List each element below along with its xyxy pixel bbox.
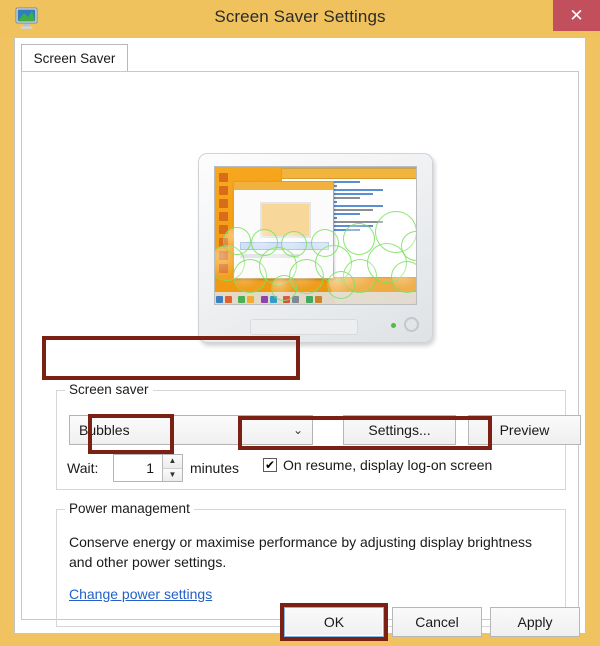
wait-input[interactable]: 1 <box>114 455 158 481</box>
dialog-client-area: Screen Saver Screen saver Bubbles ⌄ Sett… <box>14 38 586 634</box>
screen-saver-group-label: Screen saver <box>65 382 153 397</box>
spinner-down-icon[interactable]: ▼ <box>162 468 182 481</box>
tab-screen-saver[interactable]: Screen Saver <box>21 44 128 72</box>
power-led-indicator <box>391 323 396 328</box>
power-management-group-label: Power management <box>65 501 194 516</box>
checkbox-check-icon[interactable]: ✔ <box>263 458 277 472</box>
monitor-screen <box>214 166 417 305</box>
screen-saver-combo[interactable]: Bubbles ⌄ <box>69 415 313 445</box>
settings-button[interactable]: Settings... <box>343 415 456 445</box>
wait-spinner[interactable]: 1 ▲ ▼ <box>113 454 183 482</box>
title-bar: Screen Saver Settings ✕ <box>0 0 600 38</box>
cancel-button[interactable]: Cancel <box>392 607 482 637</box>
screen-saver-settings-window: Screen Saver Settings ✕ Screen Saver Scr… <box>0 0 600 646</box>
screen-saver-combo-value: Bubbles <box>79 422 130 438</box>
apply-button[interactable]: Apply <box>490 607 580 637</box>
power-button-icon <box>404 317 419 332</box>
power-management-description: Conserve energy or maximise performance … <box>69 534 532 570</box>
minutes-label: minutes <box>190 460 240 476</box>
bubbles-screensaver-overlay <box>215 167 416 304</box>
wait-label: Wait: <box>67 460 99 476</box>
window-title: Screen Saver Settings <box>214 7 386 26</box>
spinner-up-icon[interactable]: ▲ <box>162 455 182 468</box>
tab-panel-screen-saver: Screen saver Bubbles ⌄ Settings... Previ… <box>21 71 581 627</box>
monitor-stand <box>250 319 358 335</box>
ok-button[interactable]: OK <box>284 607 384 637</box>
on-resume-checkbox-label: On resume, display log-on screen <box>283 457 493 473</box>
tab-strip: Screen Saver <box>21 44 579 72</box>
screen-saver-preview-monitor <box>198 153 433 343</box>
spinner-buttons: ▲ ▼ <box>162 455 182 481</box>
close-icon[interactable]: ✕ <box>553 0 600 31</box>
chevron-down-icon: ⌄ <box>292 423 303 437</box>
preview-button[interactable]: Preview <box>468 415 581 445</box>
screen-saver-group: Screen saver Bubbles ⌄ Settings... Previ… <box>56 382 581 490</box>
change-power-settings-link[interactable]: Change power settings <box>69 586 212 602</box>
